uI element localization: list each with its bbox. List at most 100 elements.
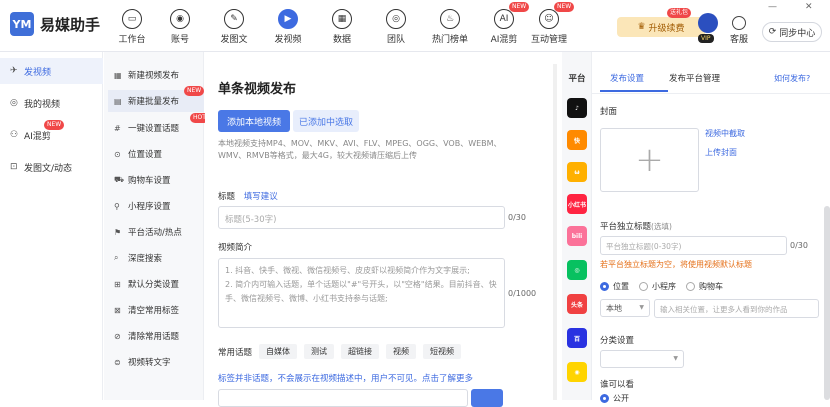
topnav-hot-list[interactable]: ♨ 热门榜单 bbox=[423, 6, 477, 50]
topic-chip[interactable]: 自媒体 bbox=[259, 344, 298, 359]
topnav-label: 发图文 bbox=[220, 35, 248, 45]
topic-chip[interactable]: 超链接 bbox=[341, 344, 380, 359]
cover-upload-box[interactable]: + bbox=[600, 128, 699, 192]
subnav-item-transcribe[interactable]: ⊜ 视频转文字 bbox=[114, 351, 202, 373]
topic-chip[interactable]: 短视频 bbox=[423, 344, 462, 359]
new-badge: NEW bbox=[184, 86, 205, 96]
clear-icon: ⊠ bbox=[114, 305, 121, 315]
leftnav-item-post-video[interactable]: ✈ 发视频 bbox=[0, 58, 103, 84]
topnav-workbench[interactable]: ▭ 工作台 bbox=[105, 6, 159, 50]
how-to-publish-link[interactable]: 如何发布? bbox=[774, 73, 810, 84]
title-tips-link[interactable]: 填写建议 bbox=[244, 192, 278, 202]
cover-label: 封面 bbox=[600, 107, 618, 117]
subnav-item-location[interactable]: ⊙ 位置设置 bbox=[114, 143, 202, 165]
location-input[interactable]: 输入相关位置，让更多人看到你的作品 bbox=[654, 299, 819, 318]
subnav-item-cart[interactable]: ⛟ 购物车设置 bbox=[114, 169, 202, 191]
upgrade-button[interactable]: ♛ 升级续费 bbox=[617, 17, 705, 37]
page-title: 单条视频发布 bbox=[218, 82, 297, 97]
title-label: 标题 bbox=[218, 192, 236, 202]
add-local-video-button[interactable]: 添加本地视频 bbox=[218, 110, 290, 132]
radio-public[interactable] bbox=[600, 394, 609, 403]
title-input[interactable]: 标题(5-30字) bbox=[218, 206, 505, 229]
avatar[interactable] bbox=[698, 13, 718, 33]
subnav-label: 新建批量发布 bbox=[128, 97, 180, 107]
topnav-post-video[interactable]: ▶ 发视频 bbox=[261, 6, 315, 50]
location-scope-select[interactable]: 本地 ▼ bbox=[600, 299, 650, 317]
category-select[interactable]: ▼ bbox=[600, 350, 684, 368]
leftnav-label: AI混剪 bbox=[24, 131, 51, 142]
topnav-team[interactable]: ◎ 团队 bbox=[369, 6, 423, 50]
desc-hint-2: 2. 简介内可输入话题，单个话题以"#"号开头，以"空格"结果。目前抖音、快手、… bbox=[225, 280, 497, 303]
new-badge: NEW bbox=[44, 120, 65, 130]
right-panel-scrollbar[interactable] bbox=[824, 206, 830, 400]
leftnav-item-my-videos[interactable]: ◎ 我的视频 bbox=[0, 90, 103, 116]
batch-icon: ▤ bbox=[114, 96, 122, 106]
pipixia-icon[interactable]: ◉ bbox=[567, 362, 587, 382]
subnav-item-batch[interactable]: ▤ 新建批量发布 NEW bbox=[108, 86, 205, 112]
sync-center-button[interactable]: ⟳ 同步中心 bbox=[762, 22, 822, 42]
close-button[interactable]: ✕ bbox=[805, 2, 813, 12]
kuaishou-icon[interactable]: 快 bbox=[567, 130, 587, 150]
independent-title-input[interactable]: 平台独立标题(0-30字) bbox=[600, 236, 787, 255]
leftnav-item-post-article[interactable]: ⊡ 发图文/动态 bbox=[0, 154, 103, 180]
subnav-item-miniapp[interactable]: ⚲ 小程序设置 bbox=[114, 195, 202, 217]
subnav-item-new-video[interactable]: ▦ 新建视频发布 bbox=[114, 64, 202, 86]
radio-location[interactable] bbox=[600, 282, 609, 291]
desc-hint-1: 1. 抖音、快手、微视、微信视频号、皮皮虾以视频简介作为文字展示; bbox=[225, 266, 470, 275]
baijiahao-icon[interactable]: 百 bbox=[567, 328, 587, 348]
weishi-icon[interactable]: ω bbox=[567, 162, 587, 182]
customer-service-button[interactable]: 客服 bbox=[728, 16, 750, 45]
topic-chip[interactable]: 测试 bbox=[304, 344, 335, 359]
sub-nav: ▦ 新建视频发布 ▤ 新建批量发布 NEW # 一键设置话题 HOT ⊙ 位置设… bbox=[104, 52, 209, 400]
ai-icon: ⚇ bbox=[10, 130, 19, 140]
select-added-button[interactable]: 已添加中选取 bbox=[293, 110, 359, 132]
minimize-button[interactable]: — bbox=[768, 2, 777, 12]
topic-chip[interactable]: 视频 bbox=[386, 344, 417, 359]
tab-platform-manage[interactable]: 发布平台管理 bbox=[669, 72, 720, 84]
subnav-item-category[interactable]: ⊞ 默认分类设置 bbox=[114, 273, 202, 295]
tag-input[interactable] bbox=[218, 389, 468, 407]
topnav-data[interactable]: ▦ 数据 bbox=[315, 6, 369, 50]
topnav-label: 发视频 bbox=[274, 35, 302, 45]
cart-icon: ⛟ bbox=[114, 175, 125, 184]
cover-from-video-link[interactable]: 视频中截取 bbox=[705, 128, 745, 139]
desc-textarea[interactable]: 1. 抖音、快手、微视、微信视频号、皮皮虾以视频简介作为文字展示; 2. 简介内… bbox=[218, 258, 505, 328]
desc-label: 视频简介 bbox=[218, 243, 253, 253]
send-icon: ✈ bbox=[10, 66, 18, 76]
play-icon: ▶ bbox=[278, 9, 298, 29]
subnav-item-clear-topics[interactable]: ⊘ 清除常用话题 bbox=[114, 325, 202, 347]
leftnav-label: 我的视频 bbox=[24, 99, 61, 110]
desc-counter: 0/1000 bbox=[508, 289, 537, 298]
leftnav-item-ai-mix[interactable]: ⚇ AI混剪 NEW bbox=[0, 120, 103, 148]
topnav-label: 账号 bbox=[170, 35, 189, 45]
transcribe-icon: ⊜ bbox=[114, 357, 121, 367]
tab-publish-settings[interactable]: 发布设置 bbox=[610, 72, 644, 84]
wechat-channels-icon[interactable]: ◎ bbox=[567, 260, 587, 280]
topnav-account[interactable]: ◉ 账号 bbox=[153, 6, 207, 50]
radio-miniapp[interactable] bbox=[639, 282, 648, 291]
toutiao-icon[interactable]: 头条 bbox=[567, 294, 587, 314]
subnav-item-deep-search[interactable]: ⌕ 深度搜索 bbox=[114, 247, 202, 269]
publish-settings-panel: 发布设置 发布平台管理 如何发布? 封面 + 视频中截取 上传封面 平台独立标题… bbox=[592, 52, 830, 403]
subnav-label: 视频转文字 bbox=[128, 358, 171, 368]
main-form: 单条视频发布 添加本地视频 已添加中选取 本地视频支持MP4、MOV、MKV、A… bbox=[205, 52, 557, 407]
vip-badge: VIP bbox=[698, 34, 714, 43]
common-topics-label: 常用话题 bbox=[218, 347, 253, 358]
tag-note: 标签并非话题，不会展示在视频描述中，用户不可见。点击了解更多 bbox=[218, 372, 473, 384]
xiaohongshu-icon[interactable]: 小红书 bbox=[567, 194, 587, 214]
subnav-item-activity[interactable]: ⚑ 平台活动/热点 bbox=[114, 221, 202, 243]
cover-upload-link[interactable]: 上传封面 bbox=[705, 147, 737, 158]
topnav-interaction[interactable]: ☺ 互动管理 NEW bbox=[522, 2, 576, 50]
douyin-icon[interactable]: ♪ bbox=[567, 98, 587, 118]
subnav-item-topics[interactable]: # 一键设置话题 HOT bbox=[114, 113, 209, 139]
topnav-post-article[interactable]: ✎ 发图文 bbox=[207, 6, 261, 50]
tag-add-button[interactable] bbox=[471, 389, 503, 407]
app-logo[interactable]: YM 易媒助手 bbox=[10, 12, 100, 36]
subnav-item-clear-tags[interactable]: ⊠ 清空常用标签 bbox=[114, 299, 202, 321]
main-scrollbar[interactable] bbox=[553, 64, 557, 400]
crown-icon: ♛ bbox=[637, 22, 646, 32]
radio-cart[interactable] bbox=[686, 282, 695, 291]
tag-note-link[interactable]: 标签并非话题，不会展示在视频描述中，用户不可见。点击了解更多 bbox=[218, 374, 473, 384]
visibility-label: 谁可以看 bbox=[600, 380, 635, 390]
bilibili-icon[interactable]: bili bbox=[567, 226, 587, 246]
